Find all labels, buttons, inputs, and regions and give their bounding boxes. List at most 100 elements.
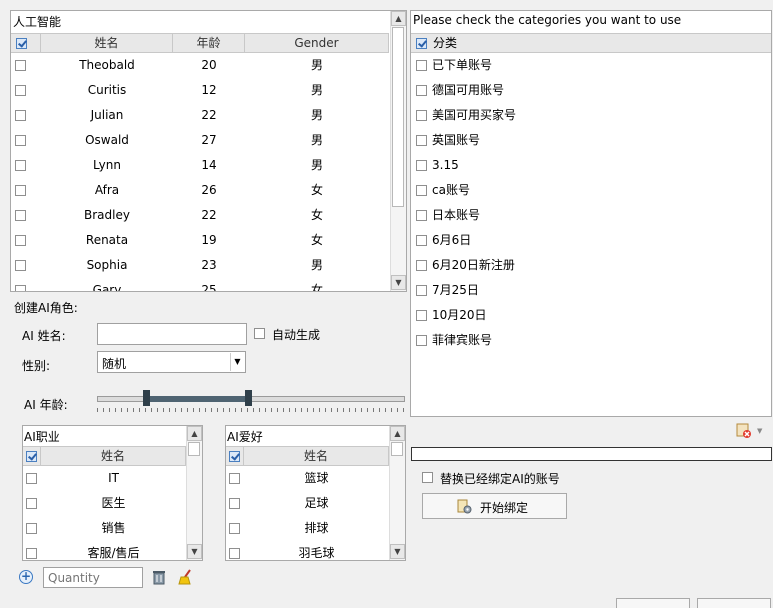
category-item[interactable]: 英国账号 bbox=[411, 128, 771, 153]
table-row[interactable]: Oswald 27 男 bbox=[11, 128, 389, 153]
scroll-thumb[interactable] bbox=[391, 442, 403, 456]
category-checkbox[interactable] bbox=[416, 260, 427, 271]
category-checkbox[interactable] bbox=[416, 185, 427, 196]
quantity-input[interactable] bbox=[43, 567, 143, 588]
slider-handle-max[interactable] bbox=[245, 390, 252, 406]
scroll-down-icon[interactable]: ▼ bbox=[391, 275, 406, 290]
row-checkbox[interactable] bbox=[229, 548, 240, 559]
category-checkbox[interactable] bbox=[416, 310, 427, 321]
row-checkbox[interactable] bbox=[26, 523, 37, 534]
list-item[interactable]: 篮球 bbox=[226, 466, 389, 491]
table-row[interactable]: Theobald 20 男 bbox=[11, 53, 389, 78]
category-item[interactable]: 已下单账号 bbox=[411, 53, 771, 78]
column-name[interactable]: 姓名 bbox=[41, 34, 173, 52]
list-item[interactable]: IT bbox=[23, 466, 186, 491]
row-checkbox[interactable] bbox=[15, 235, 26, 246]
row-checkbox[interactable] bbox=[26, 548, 37, 559]
category-item[interactable]: 10月20日 bbox=[411, 303, 771, 328]
start-binding-button[interactable]: 开始绑定 bbox=[422, 493, 567, 519]
row-checkbox[interactable] bbox=[15, 135, 26, 146]
category-label: 7月25日 bbox=[432, 283, 479, 297]
bottom-button-right[interactable] bbox=[697, 598, 771, 608]
row-checkbox[interactable] bbox=[15, 160, 26, 171]
category-checkbox[interactable] bbox=[416, 210, 427, 221]
category-item[interactable]: 德国可用账号 bbox=[411, 78, 771, 103]
scroll-up-icon[interactable]: ▲ bbox=[187, 426, 202, 441]
jobs-select-all-checkbox[interactable] bbox=[26, 451, 37, 462]
hobbies-scrollbar[interactable]: ▲ ▼ bbox=[389, 426, 405, 560]
table-row[interactable]: Sophia 23 男 bbox=[11, 253, 389, 278]
bottom-button-left[interactable] bbox=[616, 598, 690, 608]
row-checkbox[interactable] bbox=[15, 260, 26, 271]
hobbies-column-name[interactable]: 姓名 bbox=[244, 447, 389, 465]
list-item[interactable]: 排球 bbox=[226, 516, 389, 541]
column-age[interactable]: 年龄 bbox=[173, 34, 245, 52]
scroll-thumb[interactable] bbox=[392, 27, 404, 207]
category-checkbox[interactable] bbox=[416, 160, 427, 171]
row-checkbox[interactable] bbox=[229, 498, 240, 509]
table-row[interactable]: Lynn 14 男 bbox=[11, 153, 389, 178]
dropdown-arrow-icon[interactable]: ▼ bbox=[230, 353, 244, 371]
ai-name-input[interactable] bbox=[97, 323, 247, 345]
categories-column-name[interactable]: 分类 bbox=[433, 34, 457, 52]
clear-binding-icon[interactable] bbox=[736, 423, 752, 439]
table-row[interactable]: Afra 26 女 bbox=[11, 178, 389, 203]
jobs-scrollbar[interactable]: ▲ ▼ bbox=[186, 426, 202, 560]
row-checkbox[interactable] bbox=[15, 185, 26, 196]
category-item[interactable]: 美国可用买家号 bbox=[411, 103, 771, 128]
gender-select[interactable]: 随机 ▼ bbox=[97, 351, 246, 373]
trash-icon[interactable] bbox=[152, 570, 166, 585]
category-item[interactable]: 日本账号 bbox=[411, 203, 771, 228]
hobbies-select-all-checkbox[interactable] bbox=[229, 451, 240, 462]
list-item[interactable]: 销售 bbox=[23, 516, 186, 541]
categories-select-all-checkbox[interactable] bbox=[416, 38, 427, 49]
jobs-column-name[interactable]: 姓名 bbox=[41, 447, 186, 465]
scroll-down-icon[interactable]: ▼ bbox=[390, 544, 405, 559]
category-item[interactable]: 7月25日 bbox=[411, 278, 771, 303]
row-checkbox[interactable] bbox=[15, 85, 26, 96]
scroll-down-icon[interactable]: ▼ bbox=[187, 544, 202, 559]
row-checkbox[interactable] bbox=[15, 210, 26, 221]
people-scrollbar[interactable]: ▲ ▼ bbox=[390, 11, 406, 291]
category-checkbox[interactable] bbox=[416, 135, 427, 146]
category-checkbox[interactable] bbox=[416, 335, 427, 346]
row-checkbox[interactable] bbox=[229, 523, 240, 534]
age-range-slider[interactable] bbox=[97, 388, 406, 414]
category-item[interactable]: 6月20日新注册 bbox=[411, 253, 771, 278]
broom-icon[interactable] bbox=[178, 569, 193, 585]
select-all-checkbox[interactable] bbox=[16, 38, 27, 49]
row-checkbox[interactable] bbox=[26, 498, 37, 509]
category-checkbox[interactable] bbox=[416, 285, 427, 296]
add-icon[interactable]: + bbox=[19, 570, 33, 584]
table-row[interactable]: Gary 25 女 bbox=[11, 278, 389, 291]
row-checkbox[interactable] bbox=[15, 285, 26, 291]
category-item[interactable]: 菲律宾账号 bbox=[411, 328, 771, 353]
category-checkbox[interactable] bbox=[416, 110, 427, 121]
category-checkbox[interactable] bbox=[416, 235, 427, 246]
category-item[interactable]: 3.15 bbox=[411, 153, 771, 178]
category-item[interactable]: 6月6日 bbox=[411, 228, 771, 253]
scroll-thumb[interactable] bbox=[188, 442, 200, 456]
list-item[interactable]: 足球 bbox=[226, 491, 389, 516]
category-checkbox[interactable] bbox=[416, 60, 427, 71]
slider-handle-min[interactable] bbox=[143, 390, 150, 406]
table-row[interactable]: Bradley 22 女 bbox=[11, 203, 389, 228]
list-item[interactable]: 羽毛球 bbox=[226, 541, 389, 560]
auto-generate-checkbox[interactable] bbox=[254, 328, 265, 339]
category-item[interactable]: ca账号 bbox=[411, 178, 771, 203]
row-checkbox[interactable] bbox=[229, 473, 240, 484]
replace-bound-checkbox[interactable] bbox=[422, 472, 433, 483]
table-row[interactable]: Curitis 12 男 bbox=[11, 78, 389, 103]
list-item[interactable]: 医生 bbox=[23, 491, 186, 516]
row-checkbox[interactable] bbox=[15, 110, 26, 121]
list-item[interactable]: 客服/售后 bbox=[23, 541, 186, 560]
scroll-up-icon[interactable]: ▲ bbox=[390, 426, 405, 441]
row-checkbox[interactable] bbox=[26, 473, 37, 484]
table-row[interactable]: Renata 19 女 bbox=[11, 228, 389, 253]
table-row[interactable]: Julian 22 男 bbox=[11, 103, 389, 128]
row-checkbox[interactable] bbox=[15, 60, 26, 71]
category-checkbox[interactable] bbox=[416, 85, 427, 96]
column-gender[interactable]: Gender bbox=[245, 34, 389, 52]
dropdown-arrow-icon[interactable]: ▼ bbox=[757, 427, 762, 435]
scroll-up-icon[interactable]: ▲ bbox=[391, 11, 406, 26]
